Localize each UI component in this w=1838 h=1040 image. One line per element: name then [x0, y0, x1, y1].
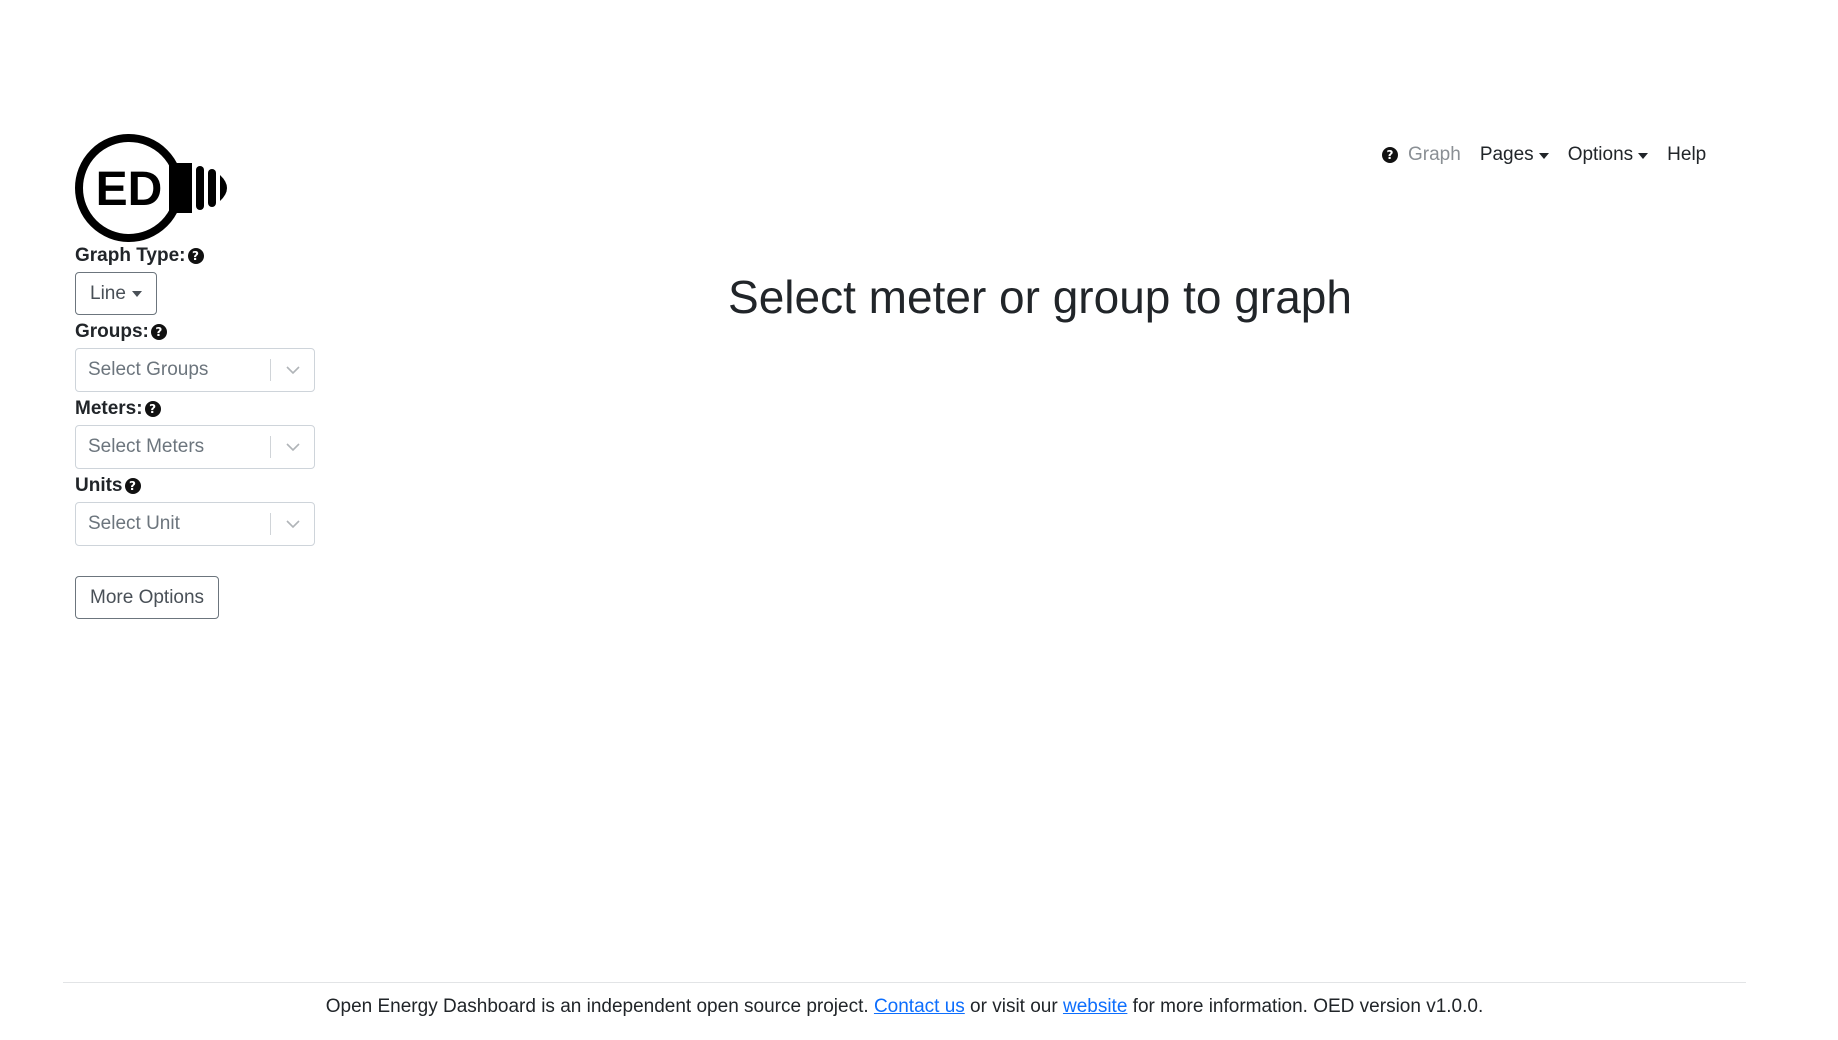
units-label-row: Units ?: [75, 475, 320, 497]
nav-options-label: Options: [1567, 144, 1634, 165]
groups-label: Groups:: [75, 321, 149, 342]
more-options-button[interactable]: More Options: [75, 576, 220, 619]
logo-text: ED: [96, 163, 163, 216]
groups-select[interactable]: Select Groups: [75, 348, 315, 392]
nav-graph[interactable]: ? Graph: [1382, 144, 1461, 166]
chevron-down-icon[interactable]: [271, 519, 314, 529]
footer-text-2: or visit our: [964, 996, 1063, 1017]
footer-divider: [63, 982, 1746, 983]
help-circle-icon[interactable]: ?: [150, 324, 167, 340]
caret-down-icon: [1638, 152, 1649, 159]
help-circle-icon[interactable]: ?: [1382, 147, 1398, 163]
meters-select-placeholder: Select Meters: [88, 436, 205, 457]
graph-type-value: Line: [90, 282, 126, 304]
contact-us-link[interactable]: Contact us: [874, 996, 965, 1017]
chevron-down-icon[interactable]: [271, 365, 314, 375]
help-circle-icon[interactable]: ?: [124, 478, 141, 494]
graph-type-label: Graph Type:: [75, 245, 186, 266]
sidebar: Graph Type: ? Line Groups: ? Select Grou…: [75, 245, 320, 619]
footer-text-1: Open Energy Dashboard is an independent …: [325, 996, 874, 1017]
units-select[interactable]: Select Unit: [75, 502, 315, 546]
meters-label-row: Meters: ?: [75, 398, 320, 420]
graph-type-label-row: Graph Type: ?: [75, 245, 320, 267]
nav-help-label: Help: [1667, 144, 1707, 165]
footer-text-3: for more information. OED version v1.0.0…: [1127, 996, 1484, 1017]
website-link[interactable]: website: [1063, 996, 1127, 1017]
top-nav: ? Graph Pages Options Help: [1382, 143, 1706, 167]
help-circle-icon[interactable]: ?: [187, 248, 204, 264]
graph-type-dropdown[interactable]: Line: [75, 272, 157, 315]
meters-select[interactable]: Select Meters: [75, 425, 315, 469]
nav-options-dropdown[interactable]: Options: [1567, 144, 1649, 166]
more-options-label: More Options: [90, 586, 205, 608]
groups-select-placeholder: Select Groups: [88, 359, 209, 380]
oed-logo[interactable]: ED: [74, 133, 234, 243]
page-title: Select meter or group to graph: [728, 271, 1352, 323]
nav-help[interactable]: Help: [1667, 144, 1706, 166]
units-select-placeholder: Select Unit: [88, 513, 180, 534]
help-circle-icon[interactable]: ?: [144, 401, 161, 417]
footer: Open Energy Dashboard is an independent …: [63, 996, 1746, 1018]
chevron-down-icon[interactable]: [271, 442, 314, 452]
nav-pages-dropdown[interactable]: Pages: [1480, 144, 1549, 166]
units-label: Units: [75, 475, 123, 496]
page: ED ? Graph Pages Options Help Graph Type…: [0, 0, 1838, 1040]
nav-pages-label: Pages: [1479, 144, 1534, 165]
meters-label: Meters:: [75, 398, 143, 419]
groups-label-row: Groups: ?: [75, 321, 320, 343]
nav-graph-label: Graph: [1408, 144, 1461, 165]
caret-down-icon: [131, 291, 142, 297]
caret-down-icon: [1538, 152, 1549, 159]
